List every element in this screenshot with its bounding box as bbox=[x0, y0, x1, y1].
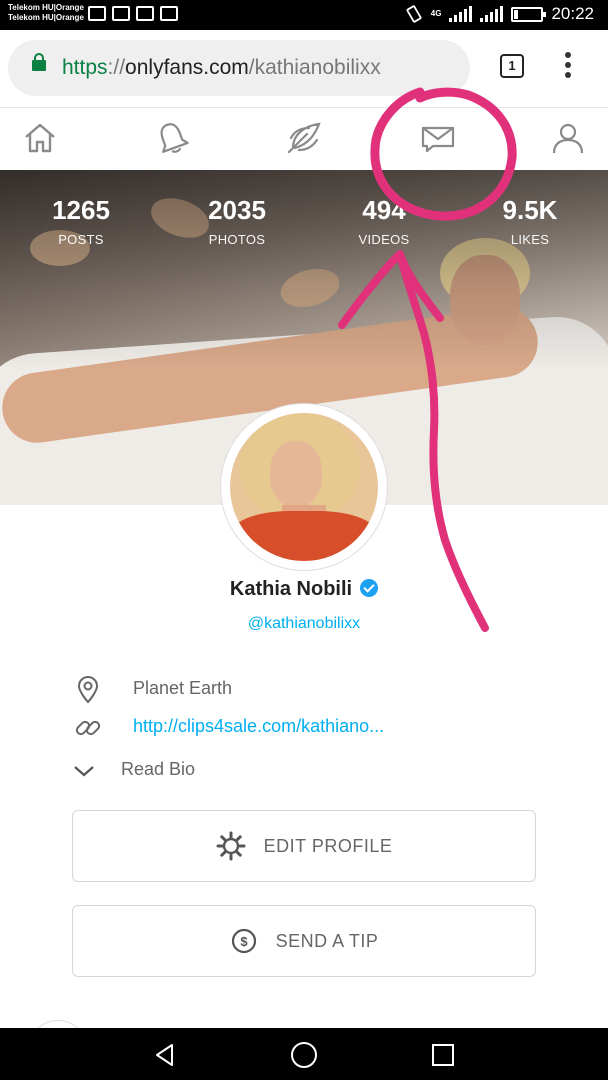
user-icon bbox=[552, 123, 584, 154]
send-tip-label: SEND A TIP bbox=[275, 930, 379, 951]
home-button-icon[interactable] bbox=[289, 1040, 319, 1070]
nav-profile[interactable] bbox=[548, 118, 588, 158]
lock-icon[interactable] bbox=[32, 53, 46, 71]
dollar-coin-icon: $ bbox=[231, 928, 256, 954]
url-path: /kathianobilixx bbox=[248, 56, 381, 79]
chevron-down-icon bbox=[70, 757, 98, 785]
mail-icon bbox=[112, 6, 130, 21]
stat-value: 1265 bbox=[52, 195, 110, 225]
envelope-icon bbox=[421, 126, 455, 153]
svg-text:$: $ bbox=[240, 934, 248, 949]
profile-name-text: Kathia Nobili bbox=[229, 578, 353, 600]
stat-photos[interactable]: 2035 PHOTOS bbox=[177, 194, 297, 247]
vibrate-icon bbox=[406, 5, 422, 23]
verified-badge-icon bbox=[360, 579, 379, 597]
website-row: http://clips4sale.com/kathiano... bbox=[0, 712, 608, 742]
recents-icon[interactable] bbox=[428, 1040, 458, 1070]
image-icon bbox=[88, 6, 106, 21]
tab-switcher-button[interactable]: 1 bbox=[500, 54, 524, 78]
carrier-2: Telekom HU|Orange bbox=[8, 13, 84, 22]
battery-icon bbox=[511, 6, 547, 22]
url-separator: :// bbox=[107, 56, 126, 79]
back-icon[interactable] bbox=[150, 1040, 180, 1070]
link-icon bbox=[74, 714, 102, 742]
address-bar[interactable]: https://onlyfans.com/kathianobilixx bbox=[8, 40, 470, 96]
website-link[interactable]: http://clips4sale.com/kathiano... bbox=[133, 716, 384, 737]
profile-name: Kathia Nobili bbox=[0, 578, 608, 601]
location-row: Planet Earth bbox=[0, 674, 608, 704]
profile-handle[interactable]: @kathianobilixx bbox=[0, 615, 608, 633]
read-bio-row[interactable]: Read Bio bbox=[0, 755, 608, 785]
status-bar: Telekom HU|Orange Telekom HU|Orange 4G 2… bbox=[0, 0, 608, 30]
url-scheme: https bbox=[62, 56, 108, 79]
url-text[interactable]: https://onlyfans.com/kathianobilixx bbox=[62, 56, 381, 80]
nav-home[interactable] bbox=[20, 118, 60, 158]
carrier-1: Telekom HU|Orange bbox=[8, 3, 84, 12]
stat-value: 9.5K bbox=[502, 195, 558, 225]
overflow-menu-icon[interactable] bbox=[562, 52, 574, 82]
avatar-image bbox=[230, 413, 378, 561]
home-icon bbox=[25, 123, 55, 153]
feather-icon bbox=[287, 122, 321, 154]
stat-value: 2035 bbox=[208, 195, 266, 225]
browser-toolbar: https://onlyfans.com/kathianobilixx 1 bbox=[0, 30, 608, 108]
edit-profile-label: EDIT PROFILE bbox=[263, 835, 393, 856]
avatar-dress bbox=[230, 511, 378, 561]
stat-label: POSTS bbox=[58, 232, 104, 247]
gallery-icon bbox=[160, 6, 178, 21]
stat-posts[interactable]: 1265 POSTS bbox=[21, 194, 141, 247]
stat-label: LIKES bbox=[510, 232, 550, 247]
bell-icon bbox=[160, 123, 189, 153]
signal-icon bbox=[449, 6, 473, 22]
avatar-face bbox=[270, 441, 322, 507]
avatar[interactable] bbox=[220, 403, 388, 571]
nav-notifications[interactable] bbox=[152, 118, 192, 158]
edit-profile-button[interactable]: EDIT PROFILE bbox=[72, 810, 536, 882]
notification-icons bbox=[88, 6, 178, 21]
status-right: 4G 20:22 bbox=[405, 4, 594, 24]
stat-label: VIDEOS bbox=[358, 232, 410, 247]
battery-level bbox=[514, 9, 519, 19]
location-text: Planet Earth bbox=[133, 678, 233, 698]
signal-icon bbox=[480, 6, 504, 22]
system-nav-bar bbox=[0, 1028, 608, 1080]
clock: 20:22 bbox=[551, 4, 594, 23]
stat-videos[interactable]: 494 VIDEOS bbox=[324, 194, 444, 247]
carrier-names: Telekom HU|Orange Telekom HU|Orange bbox=[8, 3, 84, 23]
nav-messages[interactable] bbox=[418, 118, 458, 158]
mail-icon bbox=[136, 6, 154, 21]
gear-icon bbox=[216, 831, 246, 861]
stat-likes[interactable]: 9.5K LIKES bbox=[470, 194, 590, 247]
url-host: onlyfans.com bbox=[125, 56, 249, 79]
send-tip-button[interactable]: $ SEND A TIP bbox=[72, 905, 536, 977]
location-pin-icon bbox=[74, 676, 102, 704]
nav-new-post[interactable] bbox=[284, 118, 324, 158]
app-nav bbox=[0, 108, 608, 170]
stat-value: 494 bbox=[362, 195, 406, 225]
stat-label: PHOTOS bbox=[208, 232, 266, 247]
network-type: 4G bbox=[430, 9, 442, 18]
read-bio-label: Read Bio bbox=[121, 759, 196, 779]
